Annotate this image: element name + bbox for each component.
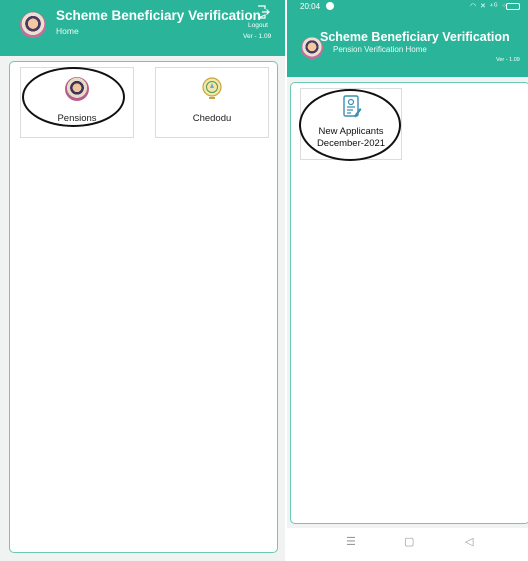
back-icon[interactable]: ◁	[465, 535, 473, 548]
logout-button[interactable]: Logout	[248, 22, 268, 29]
state-emblem-icon	[202, 77, 222, 99]
home-icon[interactable]: ▢	[404, 535, 414, 548]
page-subtitle: Pension Verification Home	[333, 45, 427, 54]
menu-icon[interactable]: ☰	[346, 535, 356, 548]
app-title: Scheme Beneficiary Verification	[56, 8, 261, 23]
status-time: 20:04	[300, 2, 321, 11]
notification-icon	[326, 2, 334, 10]
status-icons: ◠ ✕ ⁴ᴳ ⁘	[470, 3, 509, 10]
app-header: 20:04 ◠ ✕ ⁴ᴳ ⁘ Scheme Beneficiary Verifi…	[287, 0, 528, 77]
chedodu-tile-label: Chedodu	[192, 113, 232, 124]
home-screen: Scheme Beneficiary Verification Home Log…	[0, 0, 285, 561]
battery-icon	[506, 3, 520, 10]
version-label: Ver - 1.09	[243, 33, 272, 40]
chedodu-tile[interactable]: Chedodu	[155, 67, 269, 138]
page-subtitle: Home	[56, 26, 79, 36]
app-title: Scheme Beneficiary Verification	[320, 30, 510, 44]
annotation-circle	[299, 89, 401, 161]
annotation-circle	[22, 67, 125, 127]
version-label: Ver - 1.09	[496, 57, 520, 63]
pension-verification-screen: 20:04 ◠ ✕ ⁴ᴳ ⁘ Scheme Beneficiary Verifi…	[287, 0, 528, 561]
logout-icon[interactable]	[256, 5, 270, 19]
app-logo-icon	[20, 12, 46, 38]
system-nav-bar: ☰ ▢ ◁	[287, 528, 528, 561]
app-header: Scheme Beneficiary Verification Home Log…	[0, 0, 285, 56]
